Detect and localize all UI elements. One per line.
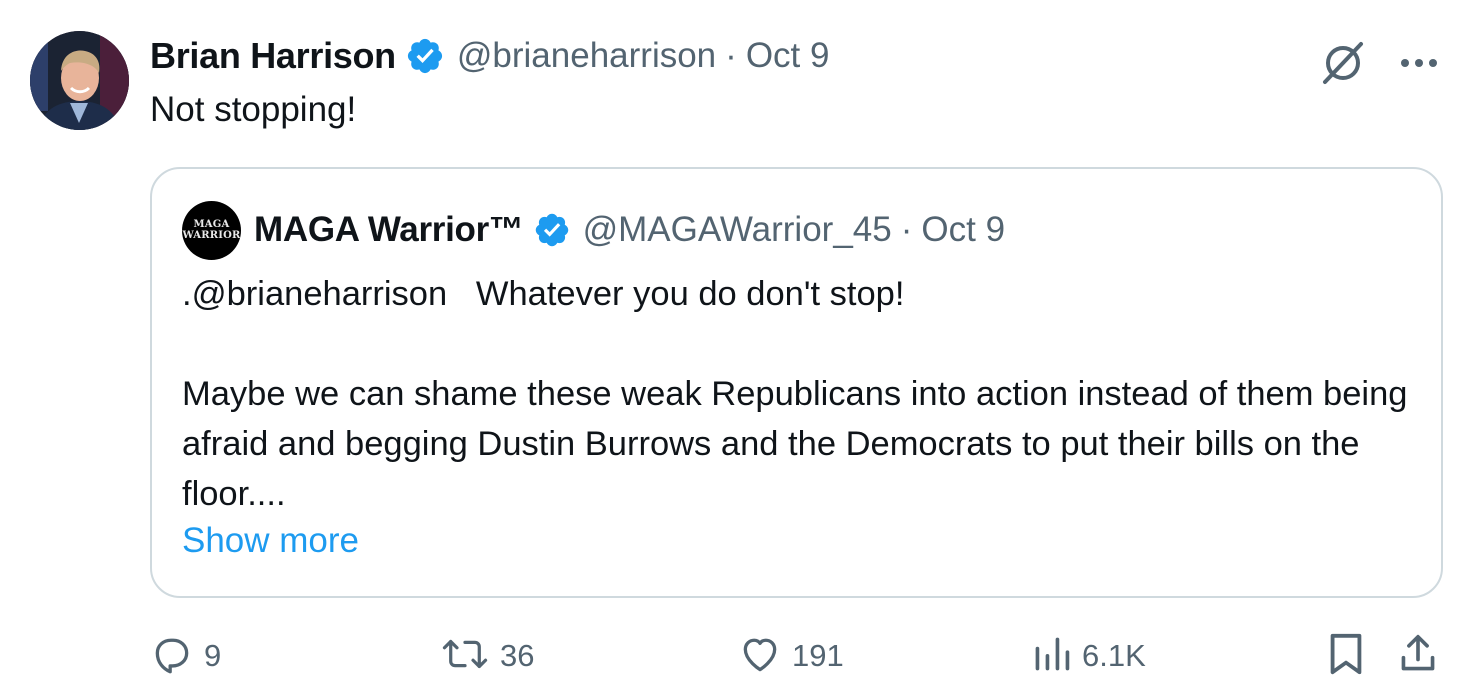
quote-header: MAGA WARRIOR MAGA Warrior™ @MAGAWarrior_… [182, 200, 1005, 260]
tweet-header: Brian Harrison @brianeharrison · Oct 9 [150, 34, 829, 78]
author-avatar[interactable] [30, 31, 129, 130]
like-button[interactable]: 191 [738, 630, 844, 682]
retweet-count: 36 [500, 638, 535, 673]
views-icon [1032, 632, 1072, 681]
share-icon [1398, 632, 1438, 681]
share-button[interactable] [1398, 630, 1438, 682]
reply-count: 9 [204, 638, 222, 673]
bookmark-icon [1326, 631, 1366, 682]
more-icon[interactable] [1400, 57, 1438, 69]
reply-icon [150, 632, 194, 681]
quoted-tweet[interactable]: MAGA WARRIOR MAGA Warrior™ @MAGAWarrior_… [150, 167, 1443, 598]
quote-avatar-line1: MAGA [193, 219, 230, 230]
quote-date[interactable]: Oct 9 [921, 210, 1005, 250]
views-button[interactable]: 6.1K [1032, 630, 1146, 682]
show-more-link[interactable]: Show more [182, 521, 359, 561]
verified-badge-icon[interactable] [405, 36, 445, 76]
retweet-icon [440, 632, 490, 681]
like-count: 191 [792, 638, 844, 673]
author-name[interactable]: Brian Harrison [150, 35, 396, 77]
like-icon [738, 632, 782, 681]
grok-icon[interactable] [1318, 38, 1368, 88]
quote-text: .@brianeharrison Whatever you do don't s… [182, 269, 1412, 519]
author-handle[interactable]: @brianeharrison [457, 36, 716, 76]
quote-avatar-line2: WARRIOR [182, 230, 241, 241]
quote-paragraph-1: .@brianeharrison Whatever you do don't s… [182, 275, 905, 313]
quote-author-handle[interactable]: @MAGAWarrior_45 [583, 210, 892, 250]
verified-badge-icon[interactable] [533, 211, 571, 249]
tweet-date[interactable]: Oct 9 [746, 36, 830, 76]
reply-button[interactable]: 9 [150, 630, 221, 682]
separator-dot: · [725, 36, 737, 75]
quote-paragraph-2: Maybe we can shame these weak Republican… [182, 375, 1418, 513]
tweet-text: Not stopping! [150, 90, 357, 129]
bookmark-button[interactable] [1326, 630, 1366, 682]
action-bar: 9 36 191 6.1K [150, 630, 1440, 682]
quote-author-name[interactable]: MAGA Warrior™ [254, 210, 524, 250]
retweet-button[interactable]: 36 [440, 630, 534, 682]
separator-dot: · [900, 210, 913, 249]
quote-avatar[interactable]: MAGA WARRIOR [182, 200, 241, 260]
author-photo [30, 31, 129, 130]
top-actions [1318, 38, 1438, 88]
views-count: 6.1K [1082, 638, 1146, 673]
